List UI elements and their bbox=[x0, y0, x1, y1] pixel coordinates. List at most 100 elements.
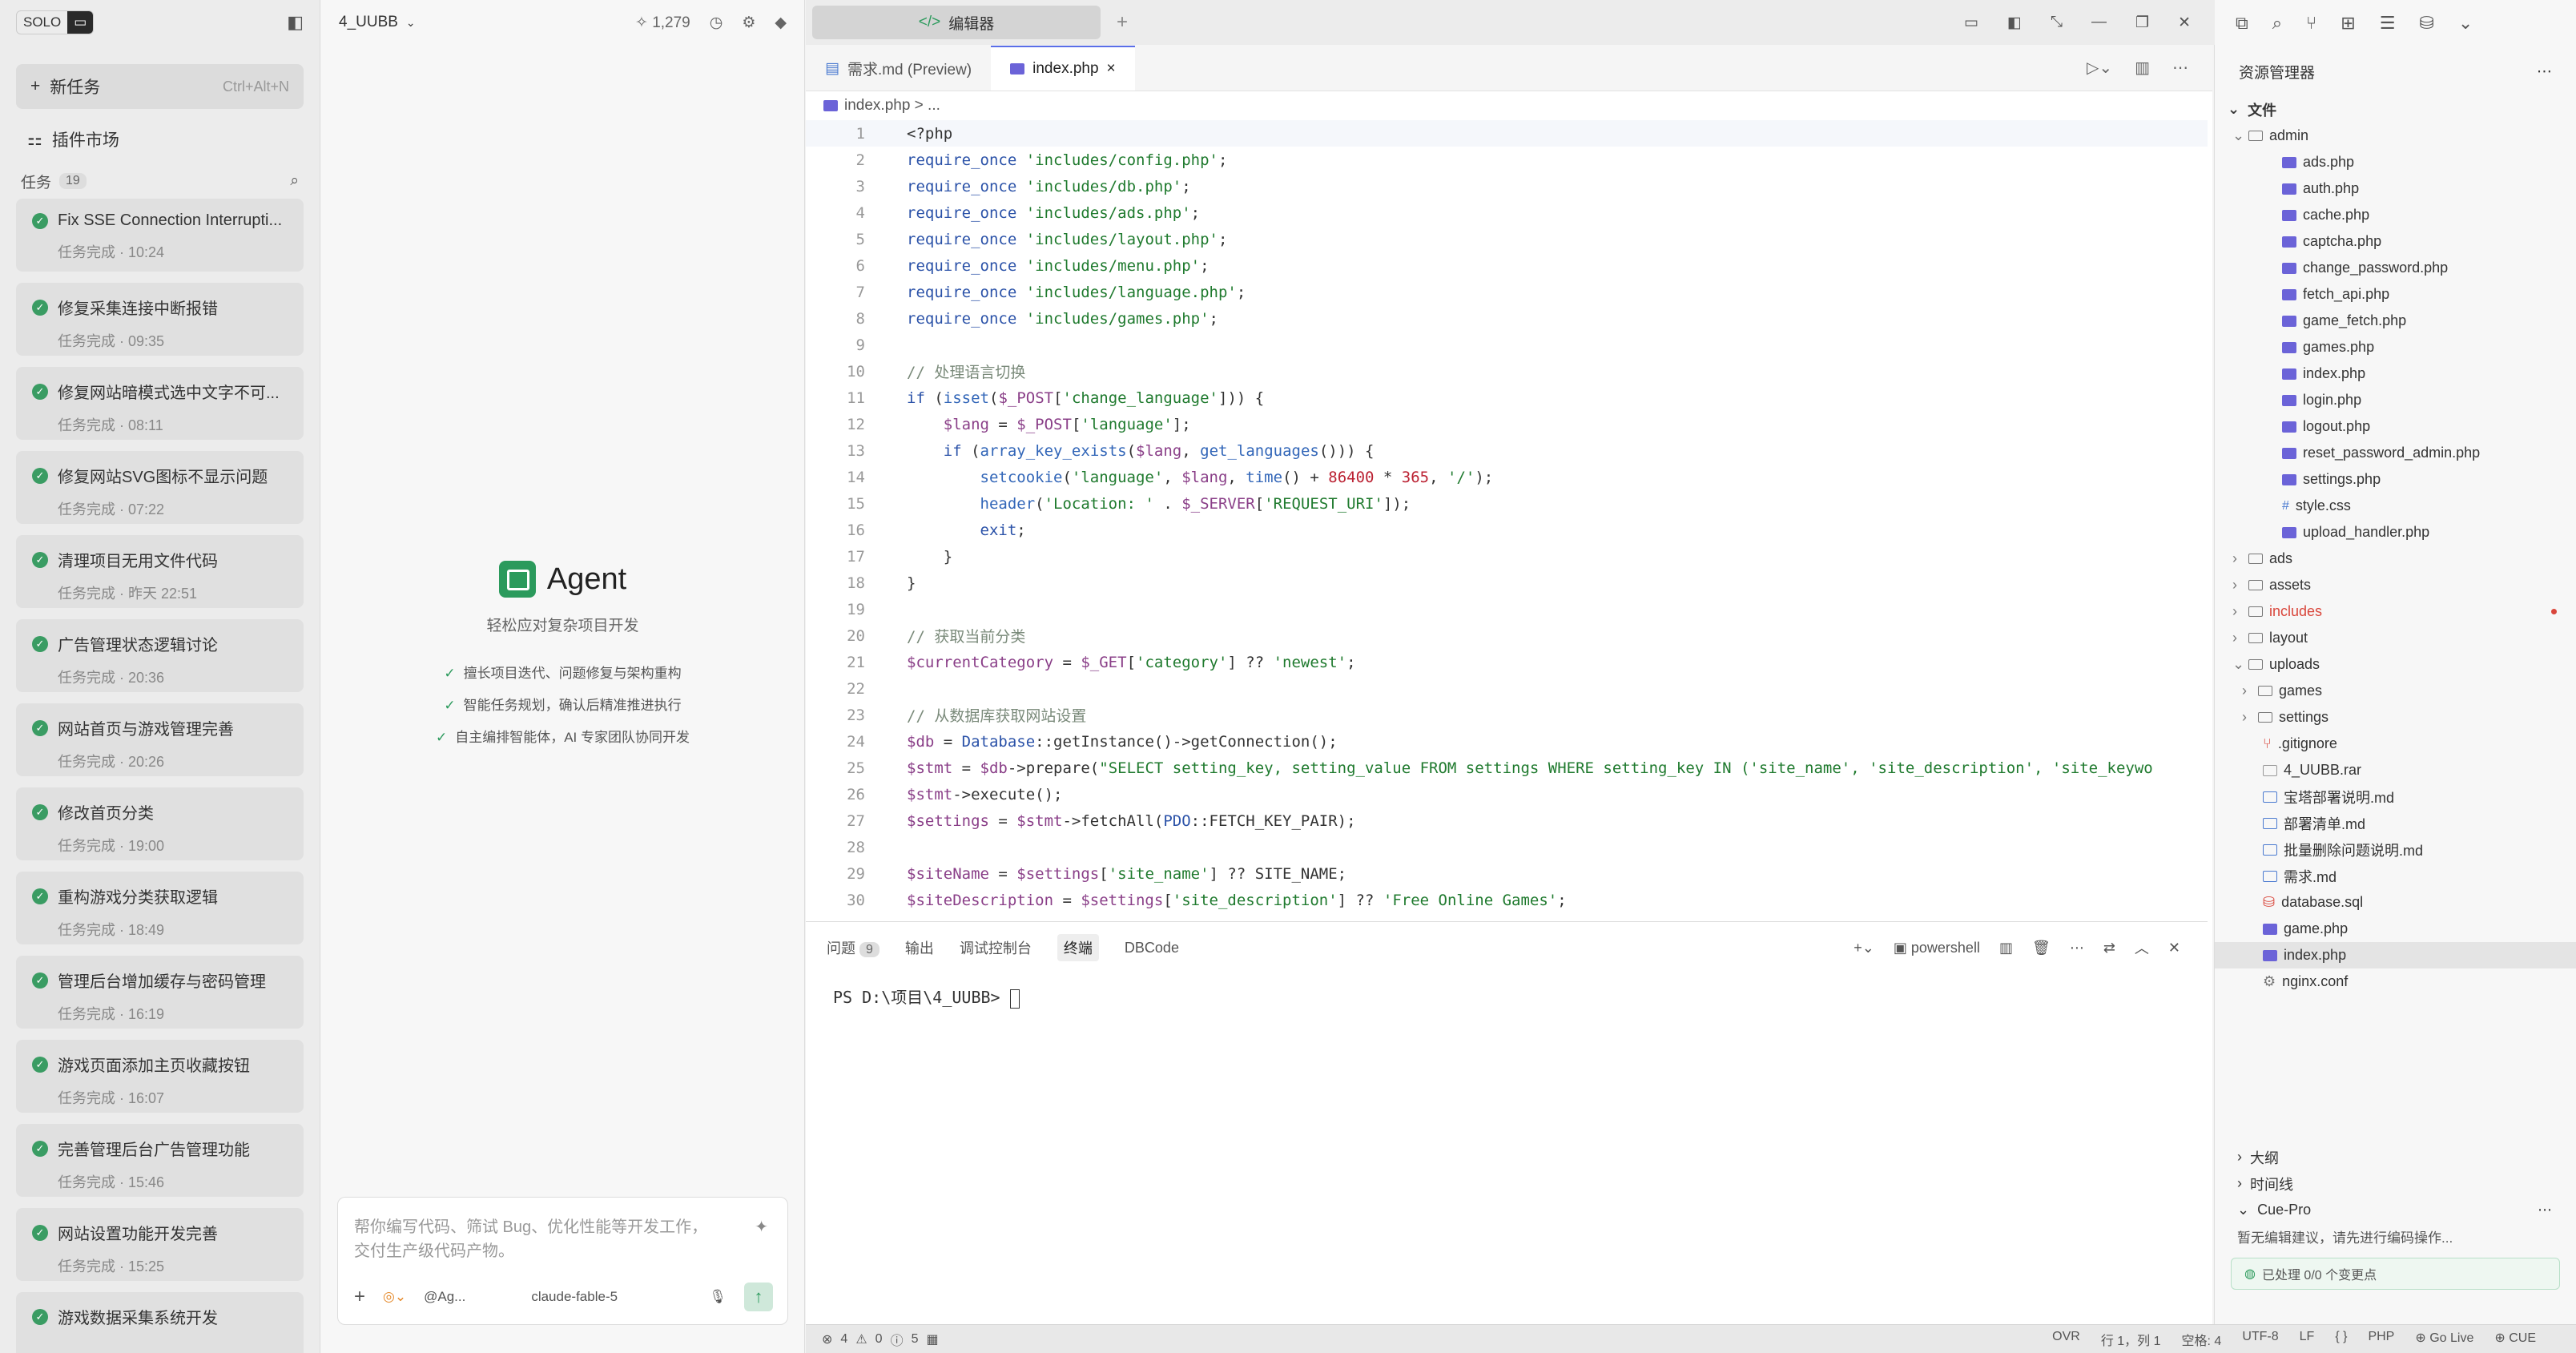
tab-debug-console[interactable]: 调试控制台 bbox=[960, 937, 1032, 958]
task-item[interactable]: ✓ 重构游戏分类获取逻辑 任务完成 · 18:49 bbox=[16, 872, 304, 944]
more-icon[interactable]: ⋯ bbox=[2070, 940, 2084, 956]
chevron-down-icon[interactable]: ⌄ bbox=[2458, 13, 2473, 34]
split-terminal-icon[interactable]: ▥ bbox=[1999, 940, 2013, 956]
breadcrumb[interactable]: index.php > ... bbox=[806, 91, 2212, 120]
status-item[interactable]: { } bbox=[2335, 1330, 2347, 1349]
file-tree-item[interactable]: change_password.php bbox=[2215, 255, 2576, 281]
file-tree-item[interactable]: # style.css bbox=[2215, 493, 2576, 519]
code-line[interactable]: 27 $settings = $stmt->fetchAll(PDO::FETCH… bbox=[806, 807, 2208, 834]
tab-problems[interactable]: 问题 9 bbox=[827, 937, 879, 958]
task-item[interactable]: ✓ 完善管理后台广告管理功能 任务完成 · 15:46 bbox=[16, 1124, 304, 1197]
extensions-icon[interactable]: ⊞ bbox=[2341, 13, 2355, 34]
status-item[interactable]: OVR bbox=[2052, 1330, 2080, 1349]
task-item[interactable]: ✓ 修复采集连接中断报错 任务完成 · 09:35 bbox=[16, 283, 304, 356]
status-item[interactable]: LF bbox=[2300, 1330, 2315, 1349]
mic-icon[interactable]: 🎙 bbox=[709, 1289, 727, 1305]
file-tree-item[interactable]: ⚙ nginx.conf bbox=[2215, 968, 2576, 995]
task-item[interactable]: ✓ 游戏页面添加主页收藏按钮 任务完成 · 16:07 bbox=[16, 1040, 304, 1113]
file-tree-item[interactable]: logout.php bbox=[2215, 413, 2576, 440]
maximize-panel-icon[interactable]: ︿ bbox=[2135, 937, 2149, 958]
notification-icon[interactable]: ◆ bbox=[775, 14, 787, 32]
code-line[interactable]: 24 $db = Database::getInstance()->getConn… bbox=[806, 728, 2208, 755]
code-line[interactable]: 18} bbox=[806, 570, 2208, 596]
code-line[interactable]: 4 require_once 'includes/ads.php'; bbox=[806, 199, 2208, 226]
status-item[interactable]: ⊕ Go Live bbox=[2415, 1330, 2473, 1349]
file-tree-item[interactable]: 批量删除问题说明.md bbox=[2215, 836, 2576, 863]
code-line[interactable]: 6 require_once 'includes/menu.php'; bbox=[806, 252, 2208, 279]
file-tree-item[interactable]: ⛁ database.sql bbox=[2215, 889, 2576, 916]
file-tree-item[interactable]: index.php bbox=[2215, 942, 2576, 968]
code-line[interactable]: 8 require_once 'includes/games.php'; bbox=[806, 305, 2208, 332]
file-tree-item[interactable]: login.php bbox=[2215, 387, 2576, 413]
source-control-icon[interactable]: ⑂ bbox=[2306, 13, 2316, 34]
code-line[interactable]: 12 $lang = $_POST['language']; bbox=[806, 411, 2208, 437]
project-selector[interactable]: 4_UUBB bbox=[339, 14, 398, 31]
file-tree-item[interactable]: game.php bbox=[2215, 916, 2576, 942]
chat-composer[interactable]: 帮你编写代码、筛试 Bug、优化性能等开发工作，交付生产级代码产物。 ✦ + ◎… bbox=[337, 1197, 788, 1325]
code-line[interactable]: 17 } bbox=[806, 543, 2208, 570]
panel-settings-icon[interactable]: ⇄ bbox=[2103, 940, 2115, 956]
code-line[interactable]: 26 $stmt->execute(); bbox=[806, 781, 2208, 807]
more-icon[interactable]: ⋯ bbox=[2172, 58, 2188, 78]
terminal-shell[interactable]: ▣ powershell bbox=[1894, 940, 1980, 956]
tab-output[interactable]: 输出 bbox=[905, 937, 934, 958]
close-panel-icon[interactable]: ✕ bbox=[2168, 940, 2180, 956]
file-tree-item[interactable]: reset_password_admin.php bbox=[2215, 440, 2576, 466]
code-line[interactable]: 15 header('Location: ' . $_SERVER['REQUE… bbox=[806, 490, 2208, 517]
code-line[interactable]: 23 // 从数据库获取网站设置 bbox=[806, 702, 2208, 728]
new-terminal-icon[interactable]: +⌄ bbox=[1854, 940, 1874, 956]
file-tree-item[interactable]: › ads bbox=[2215, 546, 2576, 572]
cue-pro-section[interactable]: ⌄ Cue-Pro ⋯ bbox=[2215, 1197, 2576, 1223]
timeline-section[interactable]: › 时间线 bbox=[2215, 1170, 2576, 1197]
sparkle-icon[interactable]: ✦ bbox=[755, 1217, 768, 1237]
outline-section[interactable]: › 大纲 bbox=[2215, 1144, 2576, 1170]
code-line[interactable]: 13 if (array_key_exists($lang, get_langu… bbox=[806, 437, 2208, 464]
close-icon[interactable]: × bbox=[1107, 60, 1116, 78]
run-icon[interactable]: ▷⌄ bbox=[2087, 58, 2112, 78]
port-icon[interactable]: ▦ bbox=[926, 1331, 938, 1347]
file-tree-item[interactable]: › games bbox=[2215, 678, 2576, 704]
code-line[interactable]: 2 require_once 'includes/config.php'; bbox=[806, 147, 2208, 173]
status-item[interactable]: UTF-8 bbox=[2242, 1330, 2278, 1349]
file-tree-item[interactable]: auth.php bbox=[2215, 175, 2576, 202]
agent-selector[interactable]: @Ag... bbox=[424, 1289, 465, 1305]
code-line[interactable]: 30 $siteDescription = $settings['site_des… bbox=[806, 887, 2208, 913]
warning-icon[interactable]: ⚠ bbox=[855, 1331, 867, 1347]
explorer-icon[interactable]: ⧉ bbox=[2236, 13, 2248, 34]
status-item[interactable]: 行 1，列 1 bbox=[2101, 1330, 2161, 1349]
mode-toggle-icon[interactable]: ◎⌄ bbox=[383, 1289, 406, 1305]
task-item[interactable]: ✓ 修改首页分类 任务完成 · 19:00 bbox=[16, 787, 304, 860]
status-item[interactable]: 空格: 4 bbox=[2182, 1330, 2222, 1349]
minimize-icon[interactable]: — bbox=[2091, 14, 2107, 31]
trash-icon[interactable]: 🗑 bbox=[2032, 940, 2051, 956]
layout-side-icon[interactable]: ◧ bbox=[2007, 14, 2022, 32]
history-icon[interactable]: ◷ bbox=[710, 14, 723, 32]
task-item[interactable]: ✓ 网站设置功能开发完善 任务完成 · 15:25 bbox=[16, 1208, 304, 1281]
code-line[interactable]: 29 $siteName = $settings['site_name'] ?? … bbox=[806, 860, 2208, 887]
file-tree-item[interactable]: captcha.php bbox=[2215, 228, 2576, 255]
file-tree-item[interactable]: index.php bbox=[2215, 360, 2576, 387]
files-section-header[interactable]: ⌄ 文件 bbox=[2215, 96, 2576, 123]
info-icon[interactable]: ⓘ bbox=[891, 1330, 904, 1349]
task-item[interactable]: ✓ 广告管理状态逻辑讨论 任务完成 · 20:36 bbox=[16, 619, 304, 692]
database-icon[interactable]: ⛁ bbox=[2419, 13, 2433, 34]
file-tree-item[interactable]: cache.php bbox=[2215, 202, 2576, 228]
code-line[interactable]: 14 setcookie('language', $lang, time() +… bbox=[806, 464, 2208, 490]
task-item[interactable]: ✓ 修复网站SVG图标不显示问题 任务完成 · 07:22 bbox=[16, 451, 304, 524]
code-line[interactable]: 5 require_once 'includes/layout.php'; bbox=[806, 226, 2208, 252]
file-tree-item[interactable]: › includes bbox=[2215, 598, 2576, 625]
task-item[interactable]: ✓ 清理项目无用文件代码 任务完成 · 昨天 22:51 bbox=[16, 535, 304, 608]
file-tree-item[interactable]: upload_handler.php bbox=[2215, 519, 2576, 546]
editor-window-tab[interactable]: </> 编辑器 bbox=[812, 6, 1101, 39]
more-icon[interactable]: ⋯ bbox=[2538, 1202, 2576, 1218]
layout-icon[interactable]: ▭ bbox=[1964, 14, 1978, 32]
composer-placeholder[interactable]: 帮你编写代码、筛试 Bug、优化性能等开发工作，交付生产级代码产物。 bbox=[338, 1198, 731, 1281]
tab-readme-preview[interactable]: ▤ 需求.md (Preview) bbox=[806, 46, 991, 91]
file-tree-item[interactable]: 部署清单.md bbox=[2215, 810, 2576, 836]
code-line[interactable]: 7 require_once 'includes/language.php'; bbox=[806, 279, 2208, 305]
file-tree-item[interactable]: › assets bbox=[2215, 572, 2576, 598]
file-tree-item[interactable]: fetch_api.php bbox=[2215, 281, 2576, 308]
compact-icon[interactable]: ⤡ bbox=[2051, 14, 2063, 31]
code-line[interactable]: 11 if (isset($_POST['change_language'])) … bbox=[806, 385, 2208, 411]
more-icon[interactable]: ⋯ bbox=[2537, 62, 2576, 81]
